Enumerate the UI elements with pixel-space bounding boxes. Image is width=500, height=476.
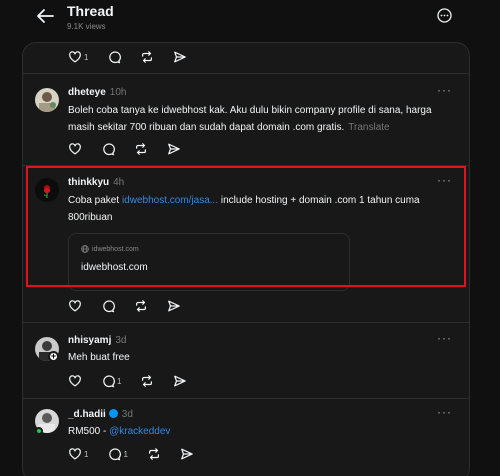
post-text: Meh buat free: [68, 352, 130, 363]
heart-icon: [69, 375, 81, 387]
post-more-button[interactable]: ···: [437, 405, 452, 419]
reply-count: 1: [117, 376, 122, 386]
avatar[interactable]: [35, 178, 59, 202]
avatar[interactable]: [35, 88, 59, 112]
post-time: 3d: [121, 409, 133, 420]
thread-header: Thread 9.1K views: [0, 0, 500, 40]
post-text: RM500 - @krackeddev: [68, 426, 171, 437]
reply-post: dheteye 10h ··· Boleh coba tanya ke idweb…: [23, 74, 469, 165]
post-actions: [68, 141, 200, 157]
post-actions: 1: [68, 49, 206, 65]
reply-count: 1: [123, 449, 128, 459]
post-link[interactable]: idwebhost.com/jasa...: [122, 195, 218, 206]
send-icon: [174, 375, 187, 387]
online-status-icon: [35, 427, 43, 435]
globe-icon: [81, 245, 89, 253]
repost-button[interactable]: [134, 298, 148, 314]
username[interactable]: _d.hadii 3d: [68, 409, 133, 420]
reply-button[interactable]: 1: [101, 373, 121, 389]
heart-icon: [69, 51, 81, 63]
comment-icon: [103, 375, 115, 388]
username[interactable]: dheteye 10h: [68, 87, 126, 98]
repost-icon: [142, 51, 153, 63]
share-button[interactable]: [180, 446, 194, 462]
follow-plus-icon[interactable]: +: [48, 351, 59, 362]
card-title: idwebhost.com: [81, 262, 148, 273]
verified-badge-icon: [108, 409, 118, 418]
view-count: 9.1K views: [67, 22, 106, 31]
card-domain: idwebhost.com: [81, 245, 139, 253]
thread-panel: 1 dheteye 10h ··· Boleh coba tanya ke idw…: [22, 42, 470, 476]
heart-icon: [69, 300, 81, 312]
like-button[interactable]: 1: [68, 446, 88, 462]
username[interactable]: nhisyamj 3d: [68, 335, 126, 346]
reply-button[interactable]: [107, 49, 122, 65]
heart-icon: [69, 143, 81, 155]
heart-icon: [69, 448, 81, 460]
share-button[interactable]: [167, 141, 181, 157]
post-time: 10h: [109, 87, 127, 98]
like-button[interactable]: [68, 373, 82, 389]
mention-link[interactable]: @krackeddev: [109, 426, 170, 437]
comment-icon: [103, 143, 115, 156]
reply-post: + nhisyamj 3d ··· Meh buat free 1: [23, 323, 469, 398]
reply-button[interactable]: [101, 141, 115, 157]
post-time: 3d: [115, 335, 127, 346]
reply-post: _d.hadii 3d ··· RM500 - @krackeddev 1 1: [23, 399, 469, 476]
like-count: 1: [84, 449, 89, 459]
repost-icon: [136, 300, 146, 312]
post-time: 4h: [113, 177, 125, 188]
repost-button[interactable]: [140, 49, 154, 65]
share-button[interactable]: [173, 49, 187, 65]
post-more-button[interactable]: ···: [437, 331, 452, 345]
repost-icon: [142, 375, 153, 387]
repost-icon: [136, 143, 146, 155]
repost-button[interactable]: [134, 141, 148, 157]
like-button[interactable]: 1: [68, 49, 88, 65]
username[interactable]: thinkkyu 4h: [68, 177, 124, 188]
comment-icon: [103, 300, 115, 313]
post-more-button[interactable]: ···: [437, 83, 452, 97]
back-arrow-icon[interactable]: [36, 8, 54, 24]
post-more-button[interactable]: ···: [437, 173, 452, 187]
comment-icon: [109, 51, 122, 64]
post-actions: [68, 298, 200, 314]
reply-button[interactable]: 1: [107, 446, 128, 462]
avatar-image: [35, 88, 59, 112]
more-options-icon[interactable]: [437, 8, 452, 23]
avatar-image: [35, 178, 59, 202]
translate-link[interactable]: Translate: [348, 122, 389, 133]
post-actions: 1 1: [68, 446, 213, 462]
post-text: Coba paket idwebhost.com/jasa... include…: [68, 195, 420, 223]
send-icon: [181, 448, 193, 460]
like-button[interactable]: [68, 141, 82, 157]
like-button[interactable]: [68, 298, 82, 314]
link-preview-card[interactable]: idwebhost.com idwebhost.com: [68, 233, 350, 291]
share-button[interactable]: [173, 373, 187, 389]
post-text: Boleh coba tanya ke idwebhost kak. Aku d…: [68, 105, 432, 133]
page-title: Thread: [67, 3, 114, 19]
send-icon: [168, 300, 180, 312]
repost-icon: [148, 448, 159, 460]
repost-button[interactable]: [147, 446, 161, 462]
reply-post: thinkkyu 4h ··· Coba paket idwebhost.com/…: [23, 166, 469, 322]
share-button[interactable]: [167, 298, 181, 314]
repost-button[interactable]: [140, 373, 154, 389]
comment-icon: [109, 448, 122, 461]
like-count: 1: [84, 52, 89, 62]
send-icon: [174, 51, 187, 63]
post-actions: 1: [68, 373, 206, 389]
reply-button[interactable]: [101, 298, 115, 314]
send-icon: [168, 143, 180, 155]
